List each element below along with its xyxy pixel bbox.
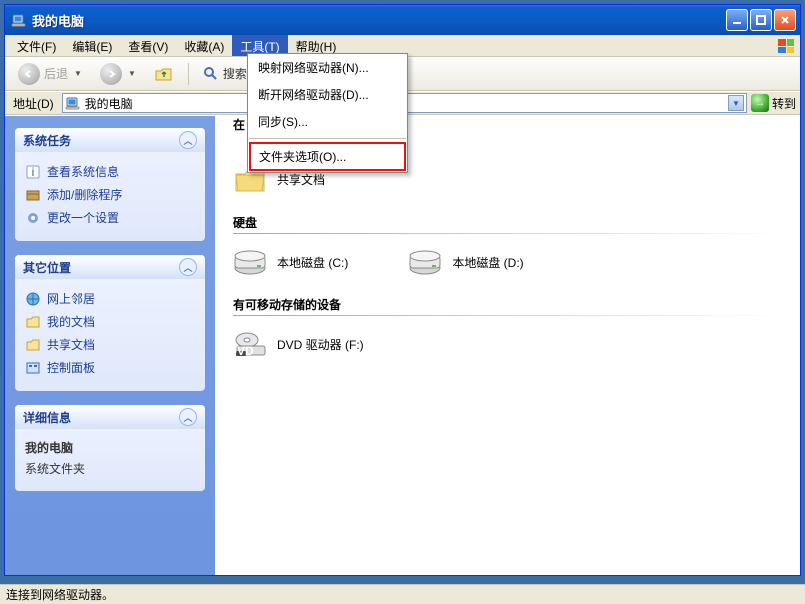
network-icon — [25, 291, 41, 307]
link-add-remove[interactable]: 添加/删除程序 — [25, 183, 195, 206]
chevron-down-icon: ▼ — [74, 69, 82, 78]
control-panel-icon — [25, 360, 41, 376]
content-pane: 在 共享文档 硬盘 本地磁盘 (C:) 本地磁盘 (D:) 有可移动存储的设备 — [215, 116, 800, 575]
search-label: 搜索 — [223, 65, 247, 82]
dvd-drive-icon: DVD — [233, 330, 267, 358]
window-title: 我的电脑 — [32, 11, 726, 30]
link-label: 共享文档 — [47, 336, 95, 353]
collapse-icon[interactable]: ︿ — [179, 258, 197, 276]
titlebar[interactable]: 我的电脑 — [5, 5, 800, 35]
address-label: 地址(D) — [9, 95, 58, 112]
details-desc: 系统文件夹 — [25, 458, 195, 479]
documents-icon — [25, 314, 41, 330]
folder-up-icon — [154, 65, 174, 83]
sidebar: 系统任务 ︿ i 查看系统信息 添加/删除程序 更改一个设置 其它位置 ︿ 网上邻… — [5, 116, 215, 575]
go-icon: → — [751, 94, 769, 112]
up-button[interactable] — [147, 61, 181, 87]
link-network-places[interactable]: 网上邻居 — [25, 287, 195, 310]
go-label: 转到 — [772, 95, 796, 112]
link-label: 控制面板 — [47, 359, 95, 376]
svg-text:DVD: DVD — [233, 344, 254, 358]
panel-title: 其它位置 — [23, 259, 71, 276]
my-computer-icon — [11, 12, 27, 28]
panel-system-tasks: 系统任务 ︿ i 查看系统信息 添加/删除程序 更改一个设置 — [15, 128, 205, 241]
hard-drive-icon — [408, 248, 442, 276]
shared-folder-icon — [25, 337, 41, 353]
windows-logo-icon — [774, 35, 798, 57]
back-icon — [18, 63, 40, 85]
section-hard-disks: 硬盘 — [233, 214, 782, 231]
menu-view[interactable]: 查看(V) — [120, 35, 176, 56]
drive-label: 本地磁盘 (C:) — [277, 254, 348, 271]
menu-edit[interactable]: 编辑(E) — [64, 35, 120, 56]
panel-head-other-places[interactable]: 其它位置 ︿ — [15, 255, 205, 279]
collapse-icon[interactable]: ︿ — [179, 131, 197, 149]
minimize-button[interactable] — [726, 9, 748, 31]
status-bar: 连接到网络驱动器。 — [0, 584, 805, 604]
link-label: 查看系统信息 — [47, 163, 119, 180]
panel-title: 详细信息 — [23, 409, 71, 426]
panel-head-details[interactable]: 详细信息 ︿ — [15, 405, 205, 429]
status-text: 连接到网络驱动器。 — [6, 586, 114, 603]
link-label: 添加/删除程序 — [47, 186, 122, 203]
svg-text:i: i — [32, 165, 35, 179]
shared-folder-label[interactable]: 共享文档 — [277, 171, 325, 188]
link-label: 我的文档 — [47, 313, 95, 330]
package-icon — [25, 187, 41, 203]
highlight-box: 文件夹选项(O)... — [249, 142, 406, 171]
dvd-drive[interactable]: DVD DVD 驱动器 (F:) — [233, 330, 364, 358]
control-icon — [25, 210, 41, 226]
link-system-info[interactable]: i 查看系统信息 — [25, 160, 195, 183]
link-shared-docs[interactable]: 共享文档 — [25, 333, 195, 356]
go-button[interactable]: → 转到 — [751, 94, 796, 112]
menu-map-drive[interactable]: 映射网络驱动器(N)... — [248, 54, 407, 81]
link-control-panel[interactable]: 控制面板 — [25, 356, 195, 379]
panel-other-places: 其它位置 ︿ 网上邻居 我的文档 共享文档 控制面板 — [15, 255, 205, 391]
menu-folder-options[interactable]: 文件夹选项(O)... — [251, 144, 404, 169]
menu-file[interactable]: 文件(F) — [9, 35, 64, 56]
panel-title: 系统任务 — [23, 132, 71, 149]
search-icon — [203, 66, 219, 82]
panel-details: 详细信息 ︿ 我的电脑 系统文件夹 — [15, 405, 205, 491]
details-name: 我的电脑 — [25, 437, 195, 458]
truncated-section-label: 在 — [233, 116, 245, 133]
panel-head-system-tasks[interactable]: 系统任务 ︿ — [15, 128, 205, 152]
link-change-setting[interactable]: 更改一个设置 — [25, 206, 195, 229]
menu-disconnect-drive[interactable]: 断开网络驱动器(D)... — [248, 81, 407, 108]
info-icon: i — [25, 164, 41, 180]
menu-fav[interactable]: 收藏(A) — [176, 35, 232, 56]
section-removable: 有可移动存储的设备 — [233, 296, 782, 313]
drive-c[interactable]: 本地磁盘 (C:) — [233, 248, 348, 276]
back-label: 后退 — [44, 65, 68, 82]
link-label: 更改一个设置 — [47, 209, 119, 226]
hard-drive-icon — [233, 248, 267, 276]
drive-label: 本地磁盘 (D:) — [452, 254, 523, 271]
tools-dropdown: 映射网络驱动器(N)... 断开网络驱动器(D)... 同步(S)... 文件夹… — [247, 53, 408, 173]
search-button[interactable]: 搜索 — [196, 61, 254, 86]
chevron-down-icon[interactable]: ▼ — [728, 95, 744, 111]
forward-button[interactable]: ▼ — [93, 59, 143, 89]
back-button[interactable]: 后退 ▼ — [11, 59, 89, 89]
forward-icon — [100, 63, 122, 85]
link-my-documents[interactable]: 我的文档 — [25, 310, 195, 333]
drive-d[interactable]: 本地磁盘 (D:) — [408, 248, 523, 276]
chevron-down-icon: ▼ — [128, 69, 136, 78]
my-computer-icon — [65, 95, 81, 111]
maximize-button[interactable] — [750, 9, 772, 31]
link-label: 网上邻居 — [47, 290, 95, 307]
menu-separator — [249, 138, 406, 139]
dvd-label: DVD 驱动器 (F:) — [277, 336, 364, 353]
close-button[interactable] — [774, 9, 796, 31]
menu-sync[interactable]: 同步(S)... — [248, 108, 407, 135]
collapse-icon[interactable]: ︿ — [179, 408, 197, 426]
